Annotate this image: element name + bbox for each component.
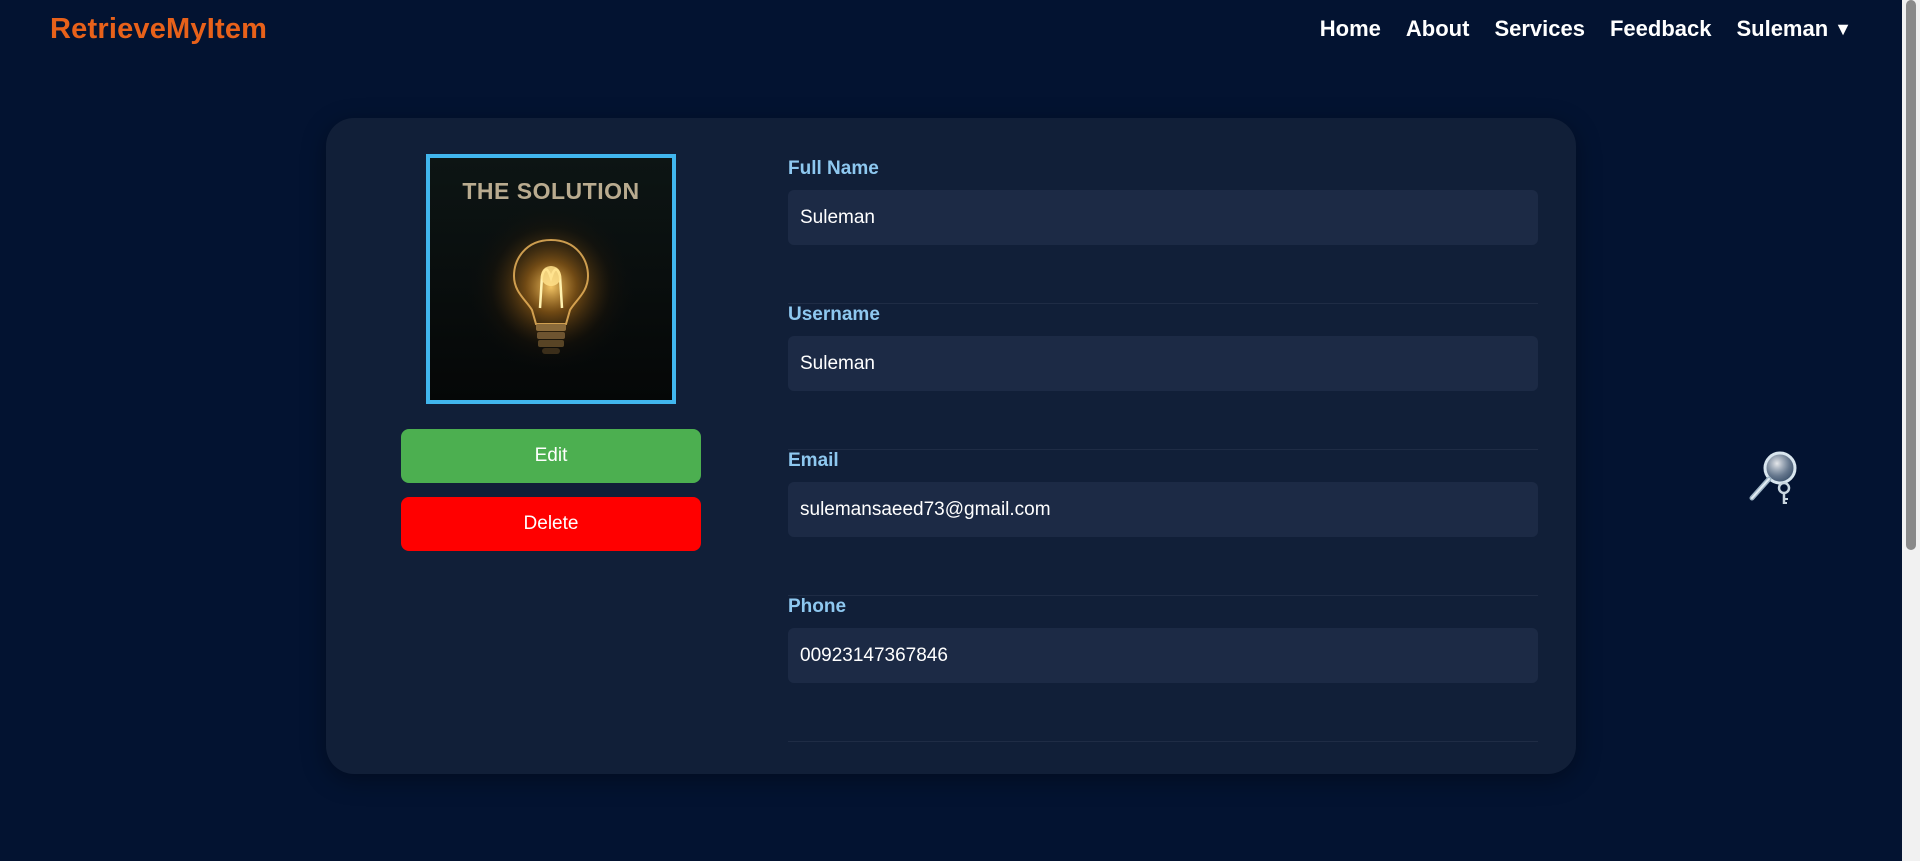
phone-input[interactable]: [788, 628, 1538, 683]
delete-button[interactable]: Delete: [401, 497, 701, 551]
nav-feedback[interactable]: Feedback: [1610, 16, 1712, 42]
field-username: Username: [788, 304, 1538, 450]
profile-image: THE SOLUTION: [426, 154, 676, 404]
nav-home[interactable]: Home: [1320, 16, 1381, 42]
field-phone: Phone: [788, 596, 1538, 742]
navbar: RetrieveMyItem Home About Services Feedb…: [0, 0, 1902, 62]
magnifier-key-icon: [1749, 451, 1797, 504]
nav-about[interactable]: About: [1406, 16, 1470, 42]
field-full-name: Full Name: [788, 158, 1538, 304]
edit-button[interactable]: Edit: [401, 429, 701, 483]
brand-logo[interactable]: RetrieveMyItem: [50, 13, 267, 46]
image-caption: THE SOLUTION: [462, 178, 640, 204]
nav-services[interactable]: Services: [1494, 16, 1585, 42]
email-input[interactable]: [788, 482, 1538, 537]
profile-card: THE SOLUTION Edit Delete Full Name Usern…: [326, 118, 1576, 774]
nav-links: Home About Services Feedback Suleman ▼: [1320, 16, 1852, 42]
profile-fields: Full Name Username Email Phone: [788, 158, 1538, 742]
field-email: Email: [788, 450, 1538, 596]
field-label: Full Name: [788, 158, 879, 179]
page: RetrieveMyItem Home About Services Feedb…: [0, 0, 1902, 861]
scrollbar-thumb[interactable]: [1906, 0, 1916, 550]
floating-search-button[interactable]: [1744, 448, 1806, 508]
full-name-input[interactable]: [788, 190, 1538, 245]
field-label: Phone: [788, 596, 847, 617]
vertical-scrollbar[interactable]: [1902, 0, 1920, 861]
caret-down-icon: ▼: [1834, 18, 1852, 39]
user-name: Suleman: [1736, 16, 1829, 41]
field-label: Email: [788, 450, 839, 471]
field-label: Username: [788, 304, 880, 325]
user-menu[interactable]: Suleman ▼: [1736, 16, 1852, 42]
username-input[interactable]: [788, 336, 1538, 391]
